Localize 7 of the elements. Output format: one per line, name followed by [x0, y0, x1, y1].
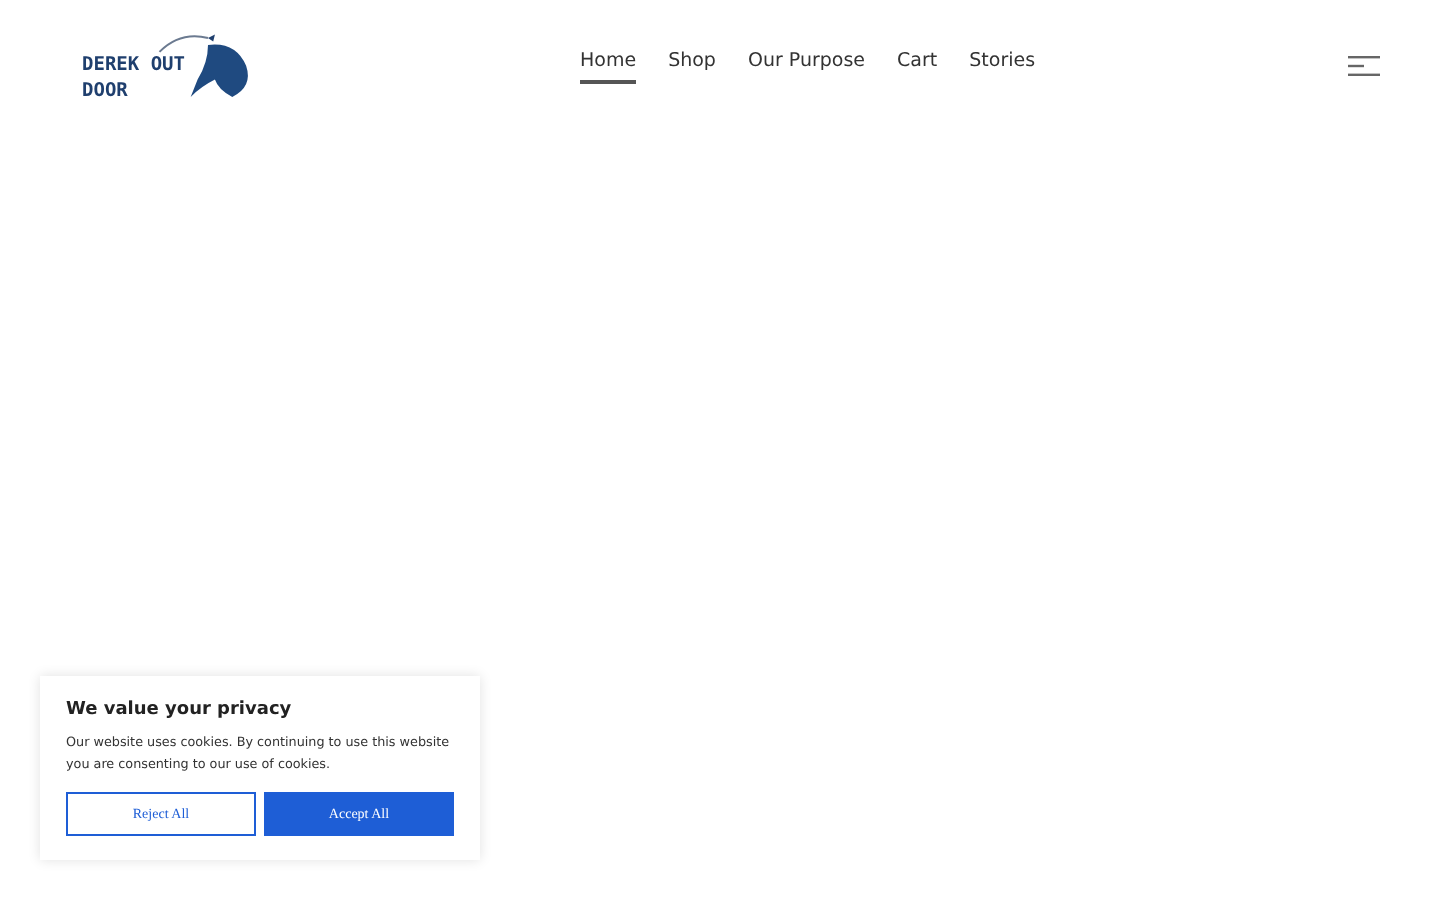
cookie-title: We value your privacy — [66, 700, 294, 720]
nav-link[interactable]: Cart — [897, 49, 938, 83]
logo-text[interactable]: DEREK OUT DOOR — [82, 52, 185, 104]
nav-link[interactable]: Shop — [668, 49, 716, 83]
nav-link[interactable]: Home — [580, 49, 637, 83]
nav-link[interactable]: Our Purpose — [747, 49, 866, 83]
nav-link[interactable]: Stories — [969, 49, 1036, 83]
